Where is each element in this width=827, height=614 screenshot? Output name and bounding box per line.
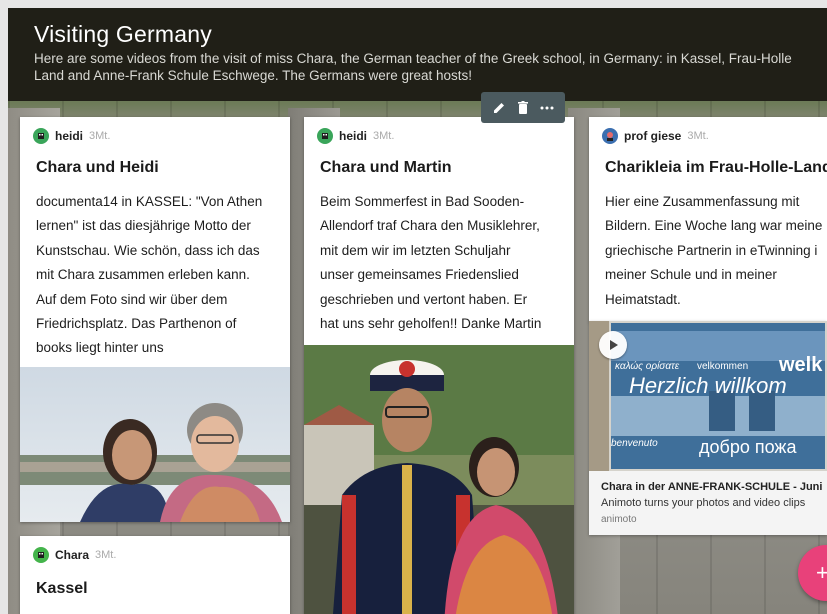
post-body-line: mit Chara zusammen erleben kann. xyxy=(36,267,250,283)
post-body: Hier eine Zusammenfassung mit Bildern. E… xyxy=(605,190,822,312)
post-body-line: Kunstschau. Wie schön, dass ich das xyxy=(36,242,260,258)
post-title: Kassel xyxy=(36,580,88,597)
sign-text: benvenuto xyxy=(611,438,658,449)
play-icon[interactable] xyxy=(599,331,627,359)
sign-text: добро пожа xyxy=(699,437,797,457)
link-preview-image: καλώς ορίσατε velkommen welk Herzlich wi… xyxy=(589,321,827,471)
post-meta: heidi 3Mt. xyxy=(317,127,394,145)
sign-text: Herzlich willkom xyxy=(629,373,787,398)
post-body-line: Heimatstadt. xyxy=(605,291,681,307)
post-body-line: Friedrichsplatz. Das Parthenon of xyxy=(36,316,237,332)
post-body-line: Auf dem Foto sind wir über dem xyxy=(36,291,228,307)
post-photo-selfie[interactable] xyxy=(20,367,290,522)
post-age: 3Mt. xyxy=(687,130,709,142)
post-author[interactable]: heidi xyxy=(55,129,83,143)
outer-frame-top xyxy=(0,0,827,8)
sign-text: velkommen xyxy=(697,361,748,372)
more-horizontal-icon[interactable] xyxy=(537,98,557,118)
post-title: Chara und Martin xyxy=(320,159,452,176)
trash-icon[interactable] xyxy=(513,98,533,118)
post-meta: heidi 3Mt. xyxy=(33,127,110,145)
post-body-line: mit dem wir im letzten Schuljahr xyxy=(320,242,511,258)
post-body-line: meiner Schule und in meiner xyxy=(605,267,777,283)
link-preview-animoto[interactable]: καλώς ορίσατε velkommen welk Herzlich wi… xyxy=(589,321,827,535)
board-description: Here are some videos from the visit of m… xyxy=(34,51,792,83)
post-age: 3Mt. xyxy=(89,130,111,142)
post-author[interactable]: prof giese xyxy=(624,129,681,143)
post-meta: prof giese 3Mt. xyxy=(602,127,709,145)
post-age: 3Mt. xyxy=(373,130,395,142)
post-body-line: Beim Sommerfest in Bad Sooden- xyxy=(320,194,525,209)
avatar xyxy=(33,128,49,144)
post-meta: Chara 3Mt. xyxy=(33,546,116,564)
post-author[interactable]: Chara xyxy=(55,548,89,562)
avatar xyxy=(317,128,333,144)
post-card-chara-und-martin[interactable]: heidi 3Mt. Chara und Martin Beim Sommerf… xyxy=(304,117,574,614)
post-body-line: Bildern. Eine Woche lang war meine xyxy=(605,218,823,234)
post-body-line: geschrieben und vertont haben. Er xyxy=(320,291,528,307)
post-title: Chara und Heidi xyxy=(36,159,159,176)
pencil-icon[interactable] xyxy=(489,98,509,118)
outer-frame-left xyxy=(0,0,8,614)
link-source: animoto xyxy=(601,514,637,525)
avatar xyxy=(33,547,49,563)
post-title: Charikleia im Frau-Holle-Land xyxy=(605,159,827,176)
post-age: 3Mt. xyxy=(95,549,117,561)
post-body-line: Hier eine Zusammenfassung mit xyxy=(605,194,800,209)
link-description: Animoto turns your photos and video clip… xyxy=(601,497,806,509)
post-body-line: unser gemeinsames Friedenslied xyxy=(320,267,519,283)
post-author[interactable]: heidi xyxy=(339,129,367,143)
post-body-line: Allendorf traf Chara den Musiklehrer, xyxy=(320,218,540,234)
post-action-toolbar xyxy=(481,92,565,123)
board-title: Visiting Germany xyxy=(34,21,212,47)
board-header: Visiting Germany Here are some videos fr… xyxy=(8,8,827,101)
post-body: documenta14 in KASSEL: "Von Athen lernen… xyxy=(36,190,262,361)
post-card-charikleia[interactable]: prof giese 3Mt. Charikleia im Frau-Holle… xyxy=(589,117,827,322)
post-card-chara-und-heidi[interactable]: heidi 3Mt. Chara und Heidi documenta14 i… xyxy=(20,117,290,522)
post-body-line: hat uns sehr geholfen!! Danke Martin xyxy=(320,316,542,332)
post-body-line: lernen" ist das diesjährige Motto der xyxy=(36,218,251,234)
post-body-line: books liegt hinter uns xyxy=(36,340,164,356)
plus-icon: + xyxy=(816,560,827,585)
post-body: Beim Sommerfest in Bad Sooden- Allendorf… xyxy=(320,190,541,336)
post-photo-musician[interactable] xyxy=(304,345,574,614)
avatar xyxy=(602,128,618,144)
sign-text: καλώς ορίσατε xyxy=(615,360,680,372)
post-body-line: documenta14 in KASSEL: "Von Athen xyxy=(36,194,263,209)
link-title[interactable]: Chara in der ANNE-FRANK-SCHULE - Juni xyxy=(601,481,822,493)
post-card-kassel[interactable]: Chara 3Mt. Kassel xyxy=(20,536,290,614)
post-body-line: griechische Partnerin in eTwinning i xyxy=(605,242,818,258)
